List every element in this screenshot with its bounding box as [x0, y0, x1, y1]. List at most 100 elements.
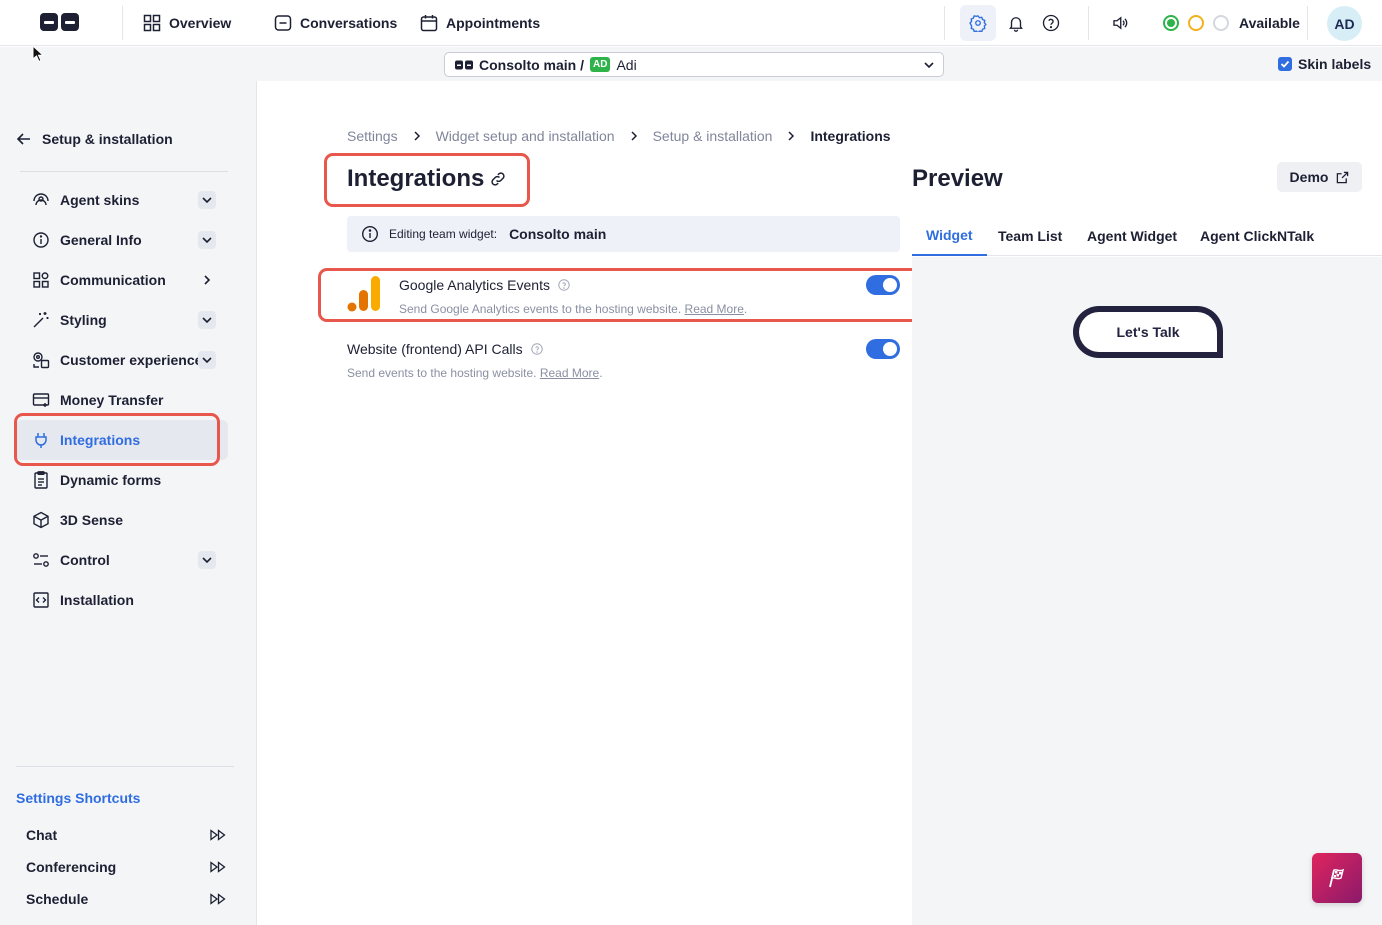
- help-button[interactable]: [1033, 5, 1069, 41]
- form-icon: [34, 471, 48, 489]
- shortcut-label: Conferencing: [26, 859, 117, 875]
- shortcut-conferencing[interactable]: Conferencing: [26, 859, 226, 875]
- sidebar-item-label: General Info: [60, 232, 142, 248]
- tab-team-list[interactable]: Team List: [984, 216, 1076, 256]
- help-icon[interactable]: [530, 343, 543, 355]
- plug-icon: [35, 433, 47, 448]
- chevron-right-icon: [631, 131, 637, 141]
- website-api-toggle[interactable]: [866, 339, 900, 359]
- magic-wand-icon: [33, 312, 49, 328]
- settings-button[interactable]: [960, 5, 996, 41]
- sidebar-item-customer-experience[interactable]: Customer experience: [16, 340, 228, 380]
- nav-appointments[interactable]: Appointments: [420, 0, 540, 46]
- demo-label: Demo: [1289, 169, 1329, 185]
- desc-period: .: [743, 302, 748, 316]
- back-to-setup-link[interactable]: Setup & installation: [16, 131, 173, 147]
- chevron-right-icon[interactable]: [198, 271, 216, 289]
- preview-tabs: Widget Team List Agent Widget Agent Clic…: [912, 216, 1382, 256]
- read-more-link[interactable]: Read More: [685, 302, 744, 316]
- demo-button[interactable]: Demo: [1277, 162, 1362, 192]
- tab-widget[interactable]: Widget: [912, 216, 987, 256]
- nav-conversations-label: Conversations: [300, 15, 398, 31]
- integration-desc-text: Send Google Analytics events to the host…: [399, 302, 682, 316]
- checkered-flag-icon: [1329, 868, 1345, 888]
- preview-title: Preview: [912, 165, 1003, 192]
- sidebar-item-label: Installation: [60, 592, 134, 608]
- widget-context-select[interactable]: Consolto main / AD Adi: [444, 52, 944, 77]
- integration-title-website-api: Website (frontend) API Calls: [347, 341, 543, 357]
- chevron-down-icon[interactable]: [198, 311, 216, 329]
- context-team-label: Consolto main /: [479, 56, 584, 73]
- status-available-radio[interactable]: [1163, 15, 1179, 31]
- nav-overview[interactable]: Overview: [143, 0, 231, 46]
- integration-description: Send events to the hosting website. Read…: [347, 366, 603, 380]
- status-offline-radio[interactable]: [1213, 15, 1229, 31]
- sidebar-item-dynamic-forms[interactable]: Dynamic forms: [16, 460, 228, 500]
- page-title: Integrations: [347, 165, 485, 192]
- sidebar-item-label: Control: [60, 552, 110, 568]
- link-icon[interactable]: [489, 170, 507, 188]
- tab-agent-clickntalk[interactable]: Agent ClickNTalk: [1186, 216, 1328, 256]
- status-away-radio[interactable]: [1188, 15, 1204, 31]
- integration-title-google-analytics: Google Analytics Events: [399, 277, 570, 293]
- consolto-logo[interactable]: [40, 12, 80, 32]
- sidebar-item-control[interactable]: Control: [16, 540, 228, 580]
- tab-agent-widget[interactable]: Agent Widget: [1073, 216, 1191, 256]
- sidebar-item-integrations[interactable]: Integrations: [16, 420, 228, 460]
- nav-divider: [1088, 6, 1089, 40]
- nav-appointments-label: Appointments: [446, 15, 541, 31]
- lets-talk-widget-button[interactable]: Let's Talk: [1073, 306, 1223, 358]
- gear-icon: [969, 15, 987, 32]
- arrow-left-icon: [16, 133, 30, 145]
- help-icon[interactable]: [558, 279, 570, 291]
- sidebar-item-installation[interactable]: Installation: [16, 580, 228, 620]
- consolto-mini-logo: [455, 60, 473, 69]
- code-icon: [33, 592, 49, 608]
- chat-icon: [274, 15, 292, 31]
- avatar[interactable]: AD: [1327, 6, 1362, 41]
- context-agent-label: Adi: [616, 56, 637, 73]
- breadcrumb: Settings Widget setup and installation S…: [347, 128, 891, 144]
- breadcrumb-settings[interactable]: Settings: [347, 128, 398, 144]
- nav-divider: [1307, 6, 1308, 40]
- status-label: Available: [1239, 15, 1300, 31]
- desc-period: .: [599, 366, 603, 380]
- breadcrumb-setup-installation[interactable]: Setup & installation: [653, 128, 773, 144]
- sidebar-item-money-transfer[interactable]: Money Transfer: [16, 380, 228, 420]
- chevron-down-icon: [924, 62, 934, 69]
- top-navigation-bar: Overview Conversations Appointments Avai…: [0, 0, 1382, 46]
- sidebar-item-styling[interactable]: Styling: [16, 300, 228, 340]
- sidebar-item-general-info[interactable]: General Info: [16, 220, 228, 260]
- status-selected-dot: [1167, 19, 1175, 27]
- chevron-down-icon[interactable]: [198, 231, 216, 249]
- sidebar-item-label: Agent skins: [60, 192, 140, 208]
- chevron-down-icon[interactable]: [198, 191, 216, 209]
- sidebar-item-communication[interactable]: Communication: [16, 260, 228, 300]
- read-more-link[interactable]: Read More: [540, 366, 599, 380]
- customer-experience-icon: [33, 352, 50, 369]
- editing-label: Editing team widget:: [389, 227, 498, 241]
- chevron-down-icon[interactable]: [198, 551, 216, 569]
- shortcut-schedule[interactable]: Schedule: [26, 891, 226, 907]
- fast-forward-icon: [210, 893, 226, 905]
- google-analytics-toggle[interactable]: [866, 275, 900, 295]
- sidebar-item-3d-sense[interactable]: 3D Sense: [16, 500, 228, 540]
- skin-labels-label: Skin labels: [1298, 56, 1372, 72]
- onboarding-flag-button[interactable]: [1312, 853, 1362, 903]
- shortcut-chat[interactable]: Chat: [26, 827, 226, 843]
- fast-forward-icon: [210, 829, 226, 841]
- calendar-icon: [420, 15, 438, 32]
- sidebar-item-label: Customer experience: [60, 352, 203, 368]
- checkbox-checked-icon: [1278, 57, 1292, 71]
- breadcrumb-widget-setup[interactable]: Widget setup and installation: [436, 128, 615, 144]
- agent-badge: AD: [590, 57, 611, 72]
- nav-conversations[interactable]: Conversations: [274, 0, 397, 46]
- sidebar-item-agent-skins[interactable]: Agent skins: [16, 180, 228, 220]
- credit-card-icon: [32, 393, 50, 407]
- sound-button[interactable]: [1102, 5, 1138, 41]
- skin-labels-checkbox[interactable]: Skin labels: [1278, 56, 1371, 72]
- chevron-right-icon: [414, 131, 420, 141]
- agent-skins-icon: [33, 193, 49, 206]
- notifications-button[interactable]: [998, 5, 1034, 41]
- chevron-down-icon[interactable]: [198, 351, 216, 369]
